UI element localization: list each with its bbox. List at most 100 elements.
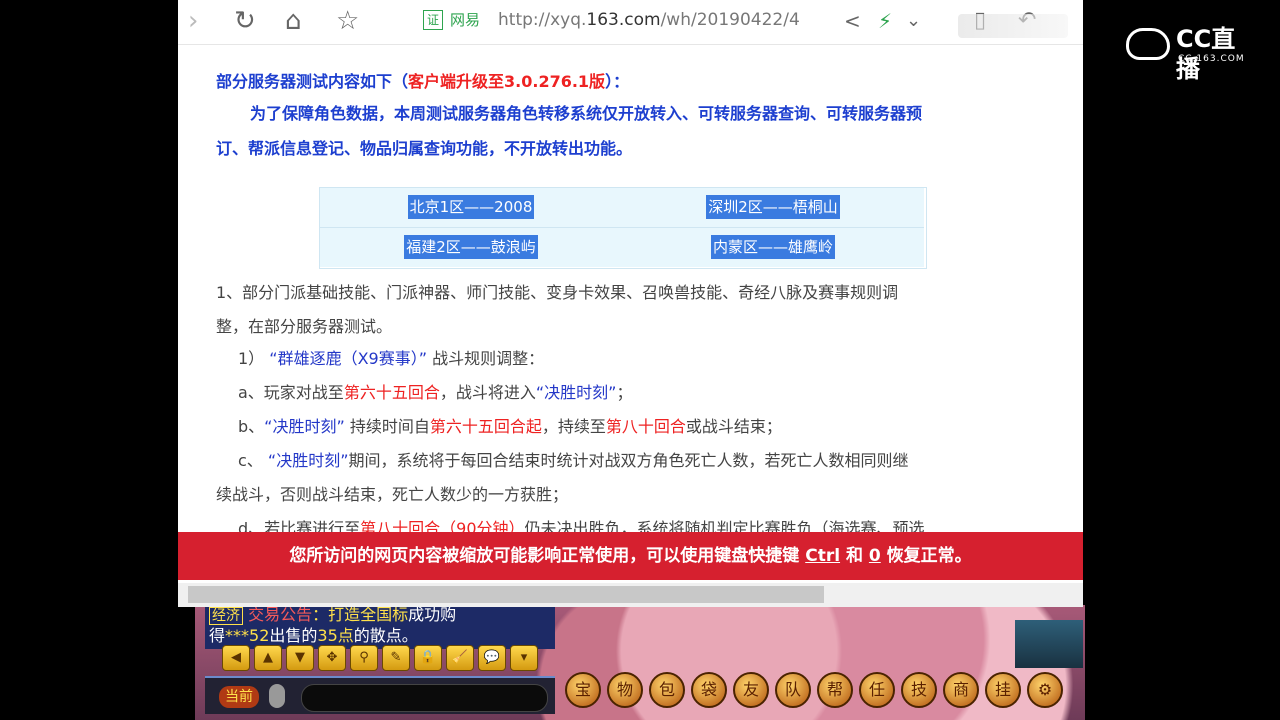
game-function-bar: 宝 物 包 袋 友 队 帮 任 技 商 挂 ⚙ [565,668,1080,712]
rule-b-term: “决胜时刻” [264,417,345,436]
notice-line1: 为了保障角色数据，本周测试服务器角色转移系统仅开放转入、可转服务器查询、可转服务… [250,104,923,123]
rule-c-line2: 续战斗，否则战斗结束，死亡人数少的一方获胜； [216,485,569,504]
game-item-icon[interactable]: 物 [607,672,643,708]
rule-c-pre: c、 [238,451,263,470]
rule-a-round: 第六十五回合 [343,383,440,402]
chat-message-part1: ：打造全国标 [312,605,409,624]
server-label: 福建2区——鼓浪屿 [404,235,538,259]
rule-c-term: “决胜时刻” [267,451,349,470]
chat-bubble-icon[interactable]: 💬 [478,645,506,671]
address-bar[interactable]: http://xyq.163.com/wh/20190422/4 [498,8,828,32]
rule-a-end: ； [616,383,633,402]
star-icon[interactable]: ☆ [336,6,359,36]
brand-subtitle: CC.163.COM [1178,54,1245,64]
game-item-icon[interactable]: 宝 [565,672,601,708]
rule-a-pre: a、玩家对战至 [238,383,344,402]
chat-message-pre: 得 [209,626,226,645]
horizontal-scrollbar[interactable] [178,583,1083,607]
chat-search-icon[interactable]: ⚲ [350,645,378,671]
game-chat-input-row: 当前 [205,676,555,714]
certificate-icon[interactable]: 证 [423,10,443,30]
chat-down-icon[interactable]: ▼ [286,645,314,671]
site-name: 网易 [450,11,481,29]
reload-icon[interactable]: ↻ [234,6,256,36]
game-item-icon[interactable]: 任 [859,672,895,708]
game-item-icon[interactable]: ⚙ [1027,672,1063,708]
server-table: 北京1区——2008 深圳2区——梧桐山 福建2区——鼓浪屿 内蒙区——雄鹰岭 [319,187,927,269]
game-item-icon[interactable]: 技 [901,672,937,708]
sub1-event-name: “群雄逐鹿（X9赛事）” [269,349,428,368]
game-building [1015,620,1083,668]
chat-clear-icon[interactable]: 🧹 [446,645,474,671]
game-item-icon[interactable]: 友 [733,672,769,708]
chat-move-icon[interactable]: ✥ [318,645,346,671]
channel-current-button[interactable]: 当前 [219,686,259,708]
share-icon[interactable]: < [844,6,861,36]
intro-main: 部分服务器测试内容如下（ [216,72,409,91]
rule-c-text: 期间，系统将于每回合结束时统计对战双方角色死亡人数，若死亡人数相同则继 [348,451,909,470]
chat-lock-icon[interactable]: 🔒 [414,645,442,671]
rule-b-mid2: ，持续至 [541,417,606,436]
game-item-icon[interactable]: 商 [943,672,979,708]
page-content: 部分服务器测试内容如下（客户端升级至3.0.276.1版）： 为了保障角色数据，… [178,44,1083,534]
scrollbar-thumb[interactable] [188,586,824,603]
chevron-down-icon[interactable]: ⌄ [906,6,921,36]
chat-channel-tag: 经济 [209,607,243,625]
microphone-icon[interactable] [269,684,285,708]
lightning-icon[interactable]: ⚡ [878,6,892,36]
notice-line2: 订、帮派信息登记、物品归属查询功能，不开放转出功能。 [216,139,633,158]
item1-line1: 1、部分门派基础技能、门派神器、师门技能、变身卡效果、召唤兽技能、奇经八脉及赛事… [216,283,899,302]
chat-up-icon[interactable]: ▲ [254,645,282,671]
intro-heading: 部分服务器测试内容如下（客户端升级至3.0.276.1版）： [216,70,629,94]
zoom-warning-end: 恢复正常。 [886,546,972,566]
chat-system-label: 交易公告 [248,605,313,624]
chat-left-icon[interactable]: ◀ [222,645,250,671]
chat-message-mid: 出售的 [269,626,318,645]
zoom-warning-bar: 您所访问的网页内容被缩放可能影响正常使用，可以使用键盘快捷键 Ctrl 和 0 … [178,532,1083,580]
chat-menu-icon[interactable]: ▾ [510,645,538,671]
game-item-icon[interactable]: 包 [649,672,685,708]
browser-toolbar: › ↻ ⌂ ☆ 证 网易 http://xyq.163.com/wh/20190… [178,0,1083,45]
intro-end: ）： [605,72,630,91]
chat-edit-icon[interactable]: ✎ [382,645,410,671]
rule-b-mid1: 持续时间自 [349,417,430,436]
server-label: 北京1区——2008 [407,195,535,219]
zoom-warning-and: 和 [845,546,863,566]
rule-a-mid: ，战斗将进入 [439,383,536,402]
rule-a-term: “决胜时刻” [535,383,617,402]
rule-d: d、若比赛进行至第八十回合（90分钟）仍未决出胜负，系统将随机判定比赛胜负（海选… [238,512,925,534]
server-cell: 福建2区——鼓浪屿 [320,228,623,267]
intro-version: 客户端升级至3.0.276.1版 [408,72,606,91]
rule-b-pre: b、 [238,417,265,436]
server-cell: 内蒙区——雄鹰岭 [622,228,924,267]
sub1-text: 战斗规则调整： [432,349,545,368]
back-icon[interactable]: › [188,6,198,36]
rule-b-start: 第六十五回合起 [429,417,542,436]
shortcut-zero-link[interactable]: 0 [869,546,881,566]
cc-live-logo: CC直播 CC.163.COM [1126,24,1256,83]
game-item-icon[interactable]: 帮 [817,672,853,708]
chat-message-points: 35点 [317,626,354,645]
server-label: 内蒙区——雄鹰岭 [710,235,835,259]
sub1-number: 1） [238,349,265,368]
sub-item-1: 1） “群雄逐鹿（X9赛事）” 战斗规则调整： [238,342,544,376]
chat-input[interactable] [301,684,548,712]
home-icon[interactable]: ⌂ [285,6,302,36]
cloud-icon [1126,28,1170,60]
rule-b: b、“决胜时刻” 持续时间自第六十五回合起，持续至第八十回合或战斗结束； [238,410,782,444]
item1-line2: 整，在部分服务器测试。 [216,317,393,336]
game-item-icon[interactable]: 挂 [985,672,1021,708]
rule-b-end: 或战斗结束； [685,417,782,436]
url-domain: 163.com [586,10,661,30]
shortcut-ctrl-link[interactable]: Ctrl [805,546,840,566]
game-item-icon[interactable]: 袋 [691,672,727,708]
game-chat-box: 经济 交易公告：打造全国标成功购 得***52出售的35点的散点。 [205,605,555,649]
chat-message-stars: ***52 [225,626,270,645]
url-prefix: http://xyq. [498,10,587,30]
game-item-icon[interactable]: 队 [775,672,811,708]
server-cell: 深圳2区——梧桐山 [622,188,924,228]
chat-message-part1b: 成功购 [408,605,457,624]
rule-c: c、 “决胜时刻”期间，系统将于每回合结束时统计对战双方角色死亡人数，若死亡人数… [238,444,909,478]
chat-message-end: 的散点。 [353,626,418,645]
server-cell: 北京1区——2008 [320,188,623,228]
